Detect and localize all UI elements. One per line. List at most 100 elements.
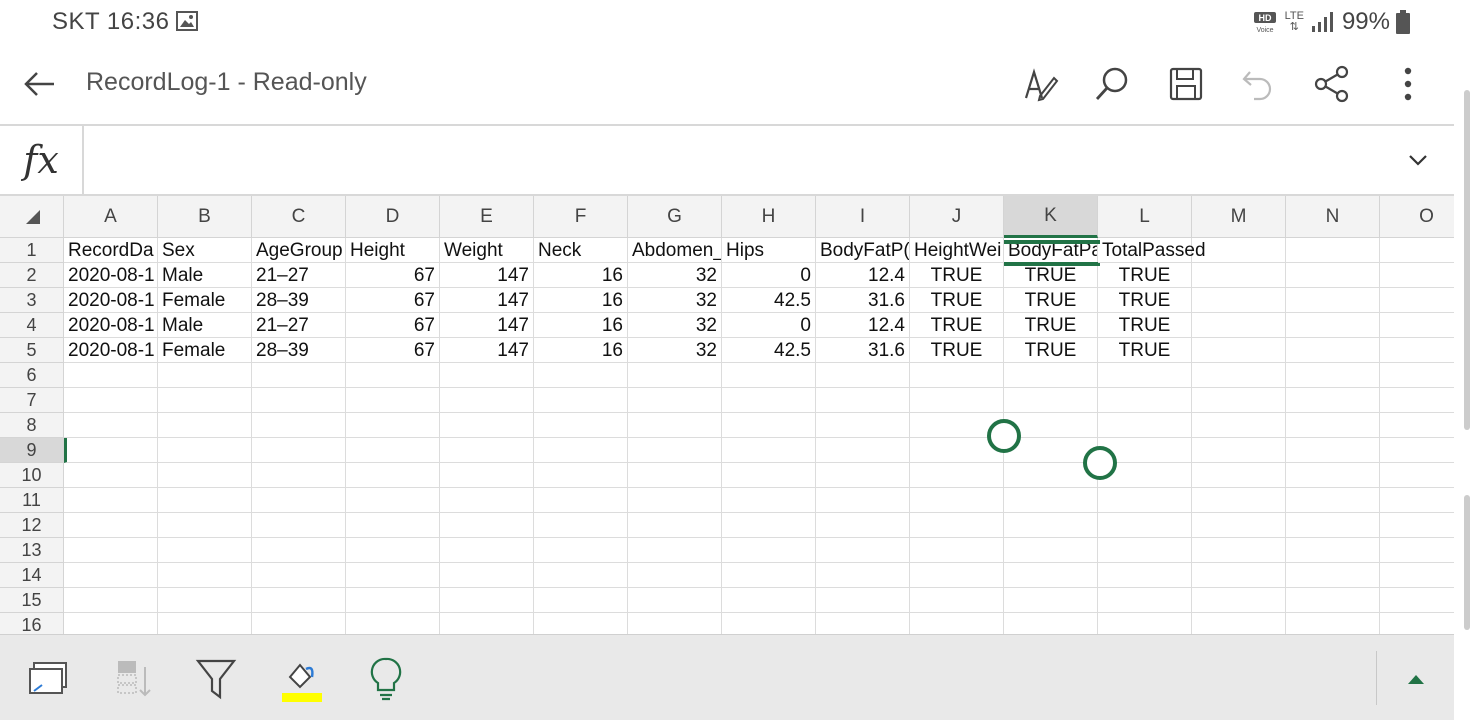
cell-m3[interactable] — [1192, 288, 1286, 313]
cell-b6[interactable] — [158, 363, 252, 388]
cell-l12[interactable] — [1098, 513, 1192, 538]
cell-e8[interactable] — [440, 413, 534, 438]
cell-a16[interactable] — [64, 613, 158, 634]
ideas-button[interactable] — [360, 653, 412, 705]
column-header-n[interactable]: N — [1286, 196, 1380, 238]
cell-f4[interactable]: 16 — [534, 313, 628, 338]
cell-j7[interactable] — [910, 388, 1004, 413]
chevron-down-icon[interactable] — [1400, 142, 1436, 178]
cell-g4[interactable]: 32 — [628, 313, 722, 338]
cell-b3[interactable]: Female — [158, 288, 252, 313]
cell-c10[interactable] — [252, 463, 346, 488]
cell-j4[interactable]: TRUE — [910, 313, 1004, 338]
cell-h13[interactable] — [722, 538, 816, 563]
cell-f2[interactable]: 16 — [534, 263, 628, 288]
cell-g9[interactable] — [628, 438, 722, 463]
cell-h3[interactable]: 42.5 — [722, 288, 816, 313]
cell-f8[interactable] — [534, 413, 628, 438]
cell-m12[interactable] — [1192, 513, 1286, 538]
column-header-i[interactable]: I — [816, 196, 910, 238]
cell-h16[interactable] — [722, 613, 816, 634]
cell-g15[interactable] — [628, 588, 722, 613]
cell-c2[interactable]: 21–27 — [252, 263, 346, 288]
cell-h15[interactable] — [722, 588, 816, 613]
cell-b12[interactable] — [158, 513, 252, 538]
cell-a14[interactable] — [64, 563, 158, 588]
row-header-12[interactable]: 12 — [0, 513, 64, 538]
column-header-a[interactable]: A — [64, 196, 158, 238]
cell-k16[interactable] — [1004, 613, 1098, 634]
cell-b7[interactable] — [158, 388, 252, 413]
cell-i3[interactable]: 31.6 — [816, 288, 910, 313]
cell-o9[interactable] — [1380, 438, 1454, 463]
cell-c11[interactable] — [252, 488, 346, 513]
cell-i16[interactable] — [816, 613, 910, 634]
filter-button[interactable] — [190, 653, 242, 705]
undo-button[interactable] — [1236, 62, 1280, 106]
cell-h6[interactable] — [722, 363, 816, 388]
cell-f6[interactable] — [534, 363, 628, 388]
cell-k11[interactable] — [1004, 488, 1098, 513]
cell-k6[interactable] — [1004, 363, 1098, 388]
cell-a15[interactable] — [64, 588, 158, 613]
fill-color-button[interactable] — [274, 653, 326, 705]
cell-f14[interactable] — [534, 563, 628, 588]
cell-h4[interactable]: 0 — [722, 313, 816, 338]
cell-f12[interactable] — [534, 513, 628, 538]
cell-n6[interactable] — [1286, 363, 1380, 388]
cell-b13[interactable] — [158, 538, 252, 563]
row-header-4[interactable]: 4 — [0, 313, 64, 338]
column-header-h[interactable]: H — [722, 196, 816, 238]
cell-a7[interactable] — [64, 388, 158, 413]
cell-o15[interactable] — [1380, 588, 1454, 613]
cell-j2[interactable]: TRUE — [910, 263, 1004, 288]
cell-f10[interactable] — [534, 463, 628, 488]
cell-e3[interactable]: 147 — [440, 288, 534, 313]
vertical-scrollbar-lower[interactable] — [1464, 495, 1470, 630]
column-header-j[interactable]: J — [910, 196, 1004, 238]
cell-j6[interactable] — [910, 363, 1004, 388]
cell-e9[interactable] — [440, 438, 534, 463]
cell-d5[interactable]: 67 — [346, 338, 440, 363]
cell-h7[interactable] — [722, 388, 816, 413]
cell-b5[interactable]: Female — [158, 338, 252, 363]
cell-f7[interactable] — [534, 388, 628, 413]
cell-a11[interactable] — [64, 488, 158, 513]
selection-start-handle[interactable] — [987, 419, 1021, 453]
more-options-button[interactable] — [1386, 62, 1430, 106]
cell-e5[interactable]: 147 — [440, 338, 534, 363]
cell-e11[interactable] — [440, 488, 534, 513]
column-header-g[interactable]: G — [628, 196, 722, 238]
cell-e1[interactable]: Weight — [440, 238, 534, 263]
cell-l4[interactable]: TRUE — [1098, 313, 1192, 338]
cell-c3[interactable]: 28–39 — [252, 288, 346, 313]
row-header-15[interactable]: 15 — [0, 588, 64, 613]
cell-g3[interactable]: 32 — [628, 288, 722, 313]
cell-n12[interactable] — [1286, 513, 1380, 538]
cell-b1[interactable]: Sex — [158, 238, 252, 263]
cell-i8[interactable] — [816, 413, 910, 438]
cell-a3[interactable]: 2020-08-1 — [64, 288, 158, 313]
cell-j1[interactable]: HeightWei — [910, 238, 1004, 263]
cell-m15[interactable] — [1192, 588, 1286, 613]
cell-n2[interactable] — [1286, 263, 1380, 288]
cell-m7[interactable] — [1192, 388, 1286, 413]
cell-k15[interactable] — [1004, 588, 1098, 613]
select-all-corner[interactable] — [0, 196, 64, 238]
cell-o10[interactable] — [1380, 463, 1454, 488]
cell-h9[interactable] — [722, 438, 816, 463]
row-header-2[interactable]: 2 — [0, 263, 64, 288]
cell-e7[interactable] — [440, 388, 534, 413]
cell-i14[interactable] — [816, 563, 910, 588]
cell-c5[interactable]: 28–39 — [252, 338, 346, 363]
cell-e2[interactable]: 147 — [440, 263, 534, 288]
cell-o12[interactable] — [1380, 513, 1454, 538]
cell-a9[interactable] — [64, 438, 158, 463]
cell-l5[interactable]: TRUE — [1098, 338, 1192, 363]
cell-d15[interactable] — [346, 588, 440, 613]
cell-a1[interactable]: RecordDa — [64, 238, 158, 263]
cell-n1[interactable] — [1286, 238, 1380, 263]
cell-f1[interactable]: Neck — [534, 238, 628, 263]
cell-c7[interactable] — [252, 388, 346, 413]
selection-end-handle[interactable] — [1083, 446, 1117, 480]
